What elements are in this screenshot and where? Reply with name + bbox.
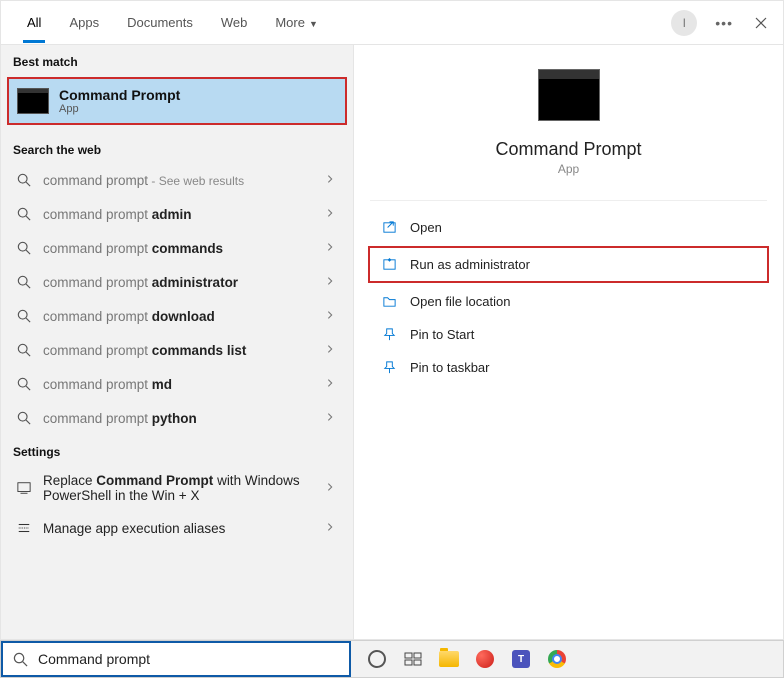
chevron-down-icon: ▼ (309, 19, 318, 29)
settings-item-icon (15, 521, 33, 535)
web-result-item[interactable]: command prompt python (1, 401, 353, 435)
preview-panel: Command Prompt App Open Run as administra… (354, 45, 783, 639)
search-icon (15, 207, 33, 221)
search-icon (15, 411, 33, 425)
task-view-icon[interactable] (401, 647, 425, 671)
body: Best match Command Prompt App Search the… (1, 45, 783, 639)
chevron-right-icon (325, 205, 343, 223)
settings-list: Replace Command Prompt with Windows Powe… (1, 465, 353, 545)
search-web-header: Search the web (1, 133, 353, 163)
web-result-item[interactable]: command prompt commands (1, 231, 353, 265)
web-result-text: command prompt python (43, 411, 325, 426)
chevron-right-icon (325, 239, 343, 257)
web-result-text: command prompt commands list (43, 343, 325, 358)
user-avatar[interactable]: I (671, 10, 697, 36)
chevron-right-icon (325, 375, 343, 393)
admin-icon (378, 257, 400, 272)
taskbar: T (351, 641, 783, 677)
chevron-right-icon (325, 479, 343, 497)
action-pin-taskbar[interactable]: Pin to taskbar (370, 351, 767, 384)
chrome-icon[interactable] (545, 647, 569, 671)
preview-subtitle: App (558, 162, 579, 176)
preview-title: Command Prompt (495, 139, 641, 160)
close-icon (755, 17, 767, 29)
best-match-title: Command Prompt (59, 87, 337, 103)
search-icon (15, 377, 33, 391)
action-pin-start[interactable]: Pin to Start (370, 318, 767, 351)
best-match-header: Best match (1, 45, 353, 75)
search-icon (15, 275, 33, 289)
tab-all[interactable]: All (13, 3, 55, 42)
search-icon (15, 343, 33, 357)
search-icon (15, 309, 33, 323)
tab-web[interactable]: Web (207, 3, 262, 42)
search-input[interactable] (38, 651, 339, 667)
more-options-icon[interactable]: ••• (715, 15, 733, 31)
best-match-text: Command Prompt App (59, 87, 337, 115)
web-result-text: command prompt md (43, 377, 325, 392)
chevron-right-icon (325, 341, 343, 359)
file-explorer-icon[interactable] (437, 647, 461, 671)
preview-actions: Open Run as administrator Open file locati… (370, 200, 767, 384)
command-prompt-icon (538, 69, 600, 121)
chevron-right-icon (325, 519, 343, 537)
open-icon (378, 220, 400, 235)
cortana-icon[interactable] (365, 647, 389, 671)
web-result-item[interactable]: command prompt admin (1, 197, 353, 231)
settings-item-icon (15, 481, 33, 495)
teams-icon[interactable]: T (509, 647, 533, 671)
web-result-item[interactable]: command prompt md (1, 367, 353, 401)
chevron-right-icon (325, 273, 343, 291)
pin-taskbar-icon (378, 360, 400, 375)
action-label: Pin to Start (410, 327, 474, 342)
footer: T (0, 640, 784, 678)
action-admin[interactable]: Run as administrator (368, 246, 769, 283)
web-result-text: command prompt administrator (43, 275, 325, 290)
header-right: I ••• (671, 10, 771, 36)
search-icon (15, 241, 33, 255)
settings-item[interactable]: Manage app execution aliases (1, 511, 353, 545)
results-panel: Best match Command Prompt App Search the… (1, 45, 354, 639)
web-result-item[interactable]: command prompt download (1, 299, 353, 333)
action-label: Open (410, 220, 442, 235)
web-result-text: command prompt - See web results (43, 173, 325, 188)
tab-apps[interactable]: Apps (55, 3, 113, 42)
close-button[interactable] (751, 13, 771, 33)
settings-item[interactable]: Replace Command Prompt with Windows Powe… (1, 465, 353, 511)
action-folder[interactable]: Open file location (370, 285, 767, 318)
pin-start-icon (378, 327, 400, 342)
web-result-text: command prompt download (43, 309, 325, 324)
action-label: Run as administrator (410, 257, 530, 272)
search-window: All Apps Documents Web More▼ I ••• Best … (0, 0, 784, 640)
web-result-text: command prompt admin (43, 207, 325, 222)
opera-icon[interactable] (473, 647, 497, 671)
web-result-item[interactable]: command prompt administrator (1, 265, 353, 299)
tab-more[interactable]: More▼ (261, 3, 332, 42)
folder-icon (378, 294, 400, 309)
search-icon (15, 173, 33, 187)
search-icon (13, 652, 28, 667)
tab-documents[interactable]: Documents (113, 3, 207, 42)
web-result-item[interactable]: command prompt commands list (1, 333, 353, 367)
web-result-text: command prompt commands (43, 241, 325, 256)
header: All Apps Documents Web More▼ I ••• (1, 1, 783, 45)
chevron-right-icon (325, 171, 343, 189)
action-label: Open file location (410, 294, 510, 309)
web-result-item[interactable]: command prompt - See web results (1, 163, 353, 197)
command-prompt-icon (17, 88, 49, 114)
action-label: Pin to taskbar (410, 360, 490, 375)
search-box[interactable] (1, 641, 351, 677)
web-results-list: command prompt - See web results command … (1, 163, 353, 435)
best-match-item[interactable]: Command Prompt App (7, 77, 347, 125)
action-open[interactable]: Open (370, 211, 767, 244)
filter-tabs: All Apps Documents Web More▼ (13, 3, 671, 42)
settings-item-label: Replace Command Prompt with Windows Powe… (43, 473, 325, 503)
chevron-right-icon (325, 409, 343, 427)
best-match-subtitle: App (59, 103, 337, 115)
settings-item-label: Manage app execution aliases (43, 521, 325, 536)
chevron-right-icon (325, 307, 343, 325)
settings-header: Settings (1, 435, 353, 465)
